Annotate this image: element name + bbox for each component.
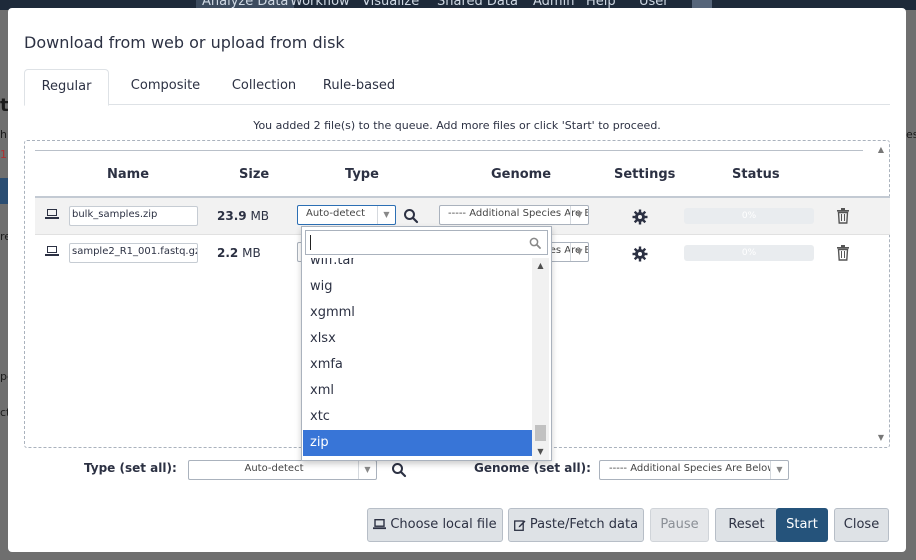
queue-message: You added 2 file(s) to the queue. Add mo… bbox=[253, 119, 661, 132]
type-dropdown: wiff.tar wig xgmml xlsx xmfa xml xtc zip… bbox=[301, 226, 552, 461]
type-select-value: Auto-detect bbox=[306, 208, 366, 219]
type-set-all-label: Type (set all): bbox=[84, 461, 177, 475]
dropdown-option[interactable]: xgmml bbox=[303, 300, 532, 326]
background-fragment-4: pe bbox=[0, 370, 8, 383]
dropdown-option[interactable]: wig bbox=[303, 274, 532, 300]
paste-fetch-button[interactable]: Paste/Fetch data bbox=[508, 508, 644, 542]
table-top-border bbox=[35, 150, 863, 151]
dialog-title: Download from web or upload from disk bbox=[24, 33, 345, 52]
column-header-settings: Settings bbox=[614, 167, 676, 182]
dropdown-option[interactable]: xtc bbox=[303, 404, 532, 430]
tab-rule-based[interactable]: Rule-based bbox=[314, 69, 404, 105]
dropdown-option[interactable]: xlsx bbox=[303, 326, 532, 352]
scroll-up-icon[interactable]: ▲ bbox=[532, 260, 549, 272]
reset-button[interactable]: Reset bbox=[715, 508, 778, 542]
dropdown-option[interactable]: xmfa bbox=[303, 352, 532, 378]
laptop-icon bbox=[45, 246, 59, 258]
background-fragment-5: ct bbox=[0, 406, 8, 419]
search-icon bbox=[529, 237, 541, 249]
background-fragment-2: h bbox=[0, 128, 7, 141]
scrollbar-thumb[interactable] bbox=[535, 425, 546, 441]
file-size-value: 2.2 bbox=[217, 246, 239, 260]
file-size-unit: MB bbox=[242, 246, 261, 260]
laptop-icon bbox=[45, 209, 59, 221]
file-size: 23.9 MB bbox=[217, 209, 269, 223]
genome-set-all-select[interactable]: ----- Additional Species Are Below -----… bbox=[599, 460, 789, 480]
trash-icon[interactable] bbox=[837, 245, 849, 261]
genome-set-all-label: Genome (set all): bbox=[474, 461, 591, 475]
background-fragment-3: re bbox=[0, 230, 8, 243]
scroll-down-icon[interactable]: ▼ bbox=[532, 446, 549, 458]
choose-local-file-button[interactable]: Choose local file bbox=[367, 508, 503, 542]
type-set-all-value: Auto-detect bbox=[244, 463, 304, 474]
file-name-field[interactable]: sample2_R1_001.fastq.gz bbox=[69, 243, 198, 263]
paste-fetch-label: Paste/Fetch data bbox=[529, 517, 639, 532]
chevron-down-icon: ▼ bbox=[570, 206, 588, 224]
start-button[interactable]: Start bbox=[776, 508, 828, 542]
trash-icon[interactable] bbox=[837, 208, 849, 224]
dropdown-option[interactable]: xml bbox=[303, 378, 532, 404]
dropdown-search-input[interactable] bbox=[305, 230, 548, 255]
column-header-genome: Genome bbox=[491, 167, 552, 182]
column-header-size: Size bbox=[239, 167, 270, 182]
dropdown-scrollbar[interactable]: ▲ ▼ bbox=[532, 258, 549, 460]
search-icon[interactable] bbox=[403, 208, 419, 224]
file-name-field[interactable]: bulk_samples.zip bbox=[69, 206, 198, 226]
text-cursor bbox=[310, 235, 311, 250]
upload-progress: 0% bbox=[684, 208, 814, 224]
column-header-type: Type bbox=[345, 167, 379, 182]
type-select[interactable]: Auto-detect ▼ bbox=[297, 205, 396, 225]
chevron-down-icon: ▼ bbox=[377, 206, 395, 224]
upload-tabs: Regular Composite Collection Rule-based bbox=[24, 69, 890, 106]
tab-composite[interactable]: Composite bbox=[117, 69, 214, 105]
genome-select[interactable]: ----- Additional Species Are Below -----… bbox=[439, 205, 589, 225]
scroll-down-icon[interactable]: ▼ bbox=[875, 433, 887, 443]
upload-progress: 0% bbox=[684, 245, 814, 261]
gear-icon[interactable] bbox=[632, 246, 648, 262]
edit-icon bbox=[513, 519, 526, 531]
pause-button[interactable]: Pause bbox=[650, 508, 709, 542]
search-icon[interactable] bbox=[391, 462, 407, 478]
background-fragment-red: 1 bbox=[0, 148, 7, 161]
genome-set-all-value: ----- Additional Species Are Below ----- bbox=[609, 463, 770, 474]
dropdown-options: wiff.tar wig xgmml xlsx xmfa xml xtc zip bbox=[303, 258, 532, 460]
tab-regular[interactable]: Regular bbox=[24, 69, 109, 106]
dropdown-option[interactable]: wiff.tar bbox=[303, 258, 532, 274]
column-header-name: Name bbox=[107, 167, 150, 182]
gear-icon[interactable] bbox=[632, 209, 648, 225]
close-button[interactable]: Close bbox=[834, 508, 889, 542]
background-fragment-1: t bbox=[0, 95, 8, 116]
file-size: 2.2 MB bbox=[217, 246, 261, 260]
grid-icon bbox=[692, 0, 712, 8]
scroll-up-icon[interactable]: ▲ bbox=[875, 145, 887, 155]
chevron-down-icon: ▼ bbox=[770, 461, 788, 479]
type-set-all-select[interactable]: Auto-detect ▼ bbox=[188, 460, 377, 480]
file-size-unit: MB bbox=[250, 209, 270, 223]
file-size-value: 23.9 bbox=[217, 209, 247, 223]
dropdown-option-selected[interactable]: zip bbox=[303, 430, 532, 456]
chevron-down-icon: ▼ bbox=[358, 461, 376, 479]
column-header-status: Status bbox=[732, 167, 780, 182]
drop-zone-scrollbar[interactable]: ▲ ▼ bbox=[875, 145, 887, 443]
background-button bbox=[0, 178, 8, 204]
genome-select-value: ----- Additional Species Are Below ----- bbox=[448, 208, 588, 219]
tab-collection[interactable]: Collection bbox=[219, 69, 309, 105]
laptop-icon bbox=[373, 518, 387, 530]
background-fragment-right: es bbox=[906, 128, 916, 141]
choose-local-file-label: Choose local file bbox=[390, 517, 497, 532]
chevron-down-icon: ▼ bbox=[570, 243, 588, 261]
